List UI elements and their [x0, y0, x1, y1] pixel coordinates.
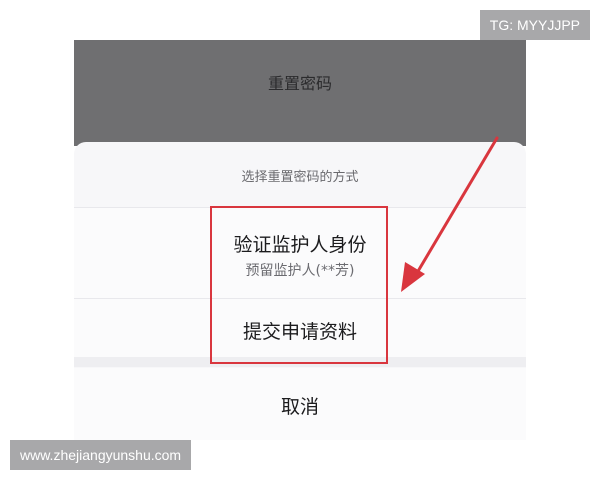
verify-guardian-label: 验证监护人身份 — [233, 234, 367, 256]
page-title: 重置密码 — [267, 74, 332, 93]
telegram-watermark: TG: MYYJJPP — [479, 10, 590, 40]
reset-method-action-sheet: 选择重置密码的方式 验证监护人身份 预留监护人(**芳) 提交申请资料 取消 — [74, 142, 526, 440]
cancel-button[interactable]: 取消 — [74, 368, 526, 440]
reserved-guardian-label: 预留监护人(**芳) — [245, 263, 355, 279]
dimmed-header: 重置密码 — [74, 40, 526, 146]
sheet-hint: 选择重置密码的方式 — [241, 170, 359, 185]
cancel-label: 取消 — [280, 396, 319, 418]
site-watermark: www.zhejiangyunshu.com — [10, 440, 192, 470]
screenshot-canvas: 重置密码 选择重置密码的方式 验证监护人身份 预留监护人(**芳) 提交申请资料… — [0, 0, 600, 480]
section-gap — [74, 357, 526, 367]
submit-materials-label: 提交申请资料 — [242, 321, 357, 343]
submit-materials-option[interactable]: 提交申请资料 — [74, 299, 526, 357]
verify-guardian-option[interactable]: 验证监护人身份 预留监护人(**芳) — [74, 208, 526, 298]
